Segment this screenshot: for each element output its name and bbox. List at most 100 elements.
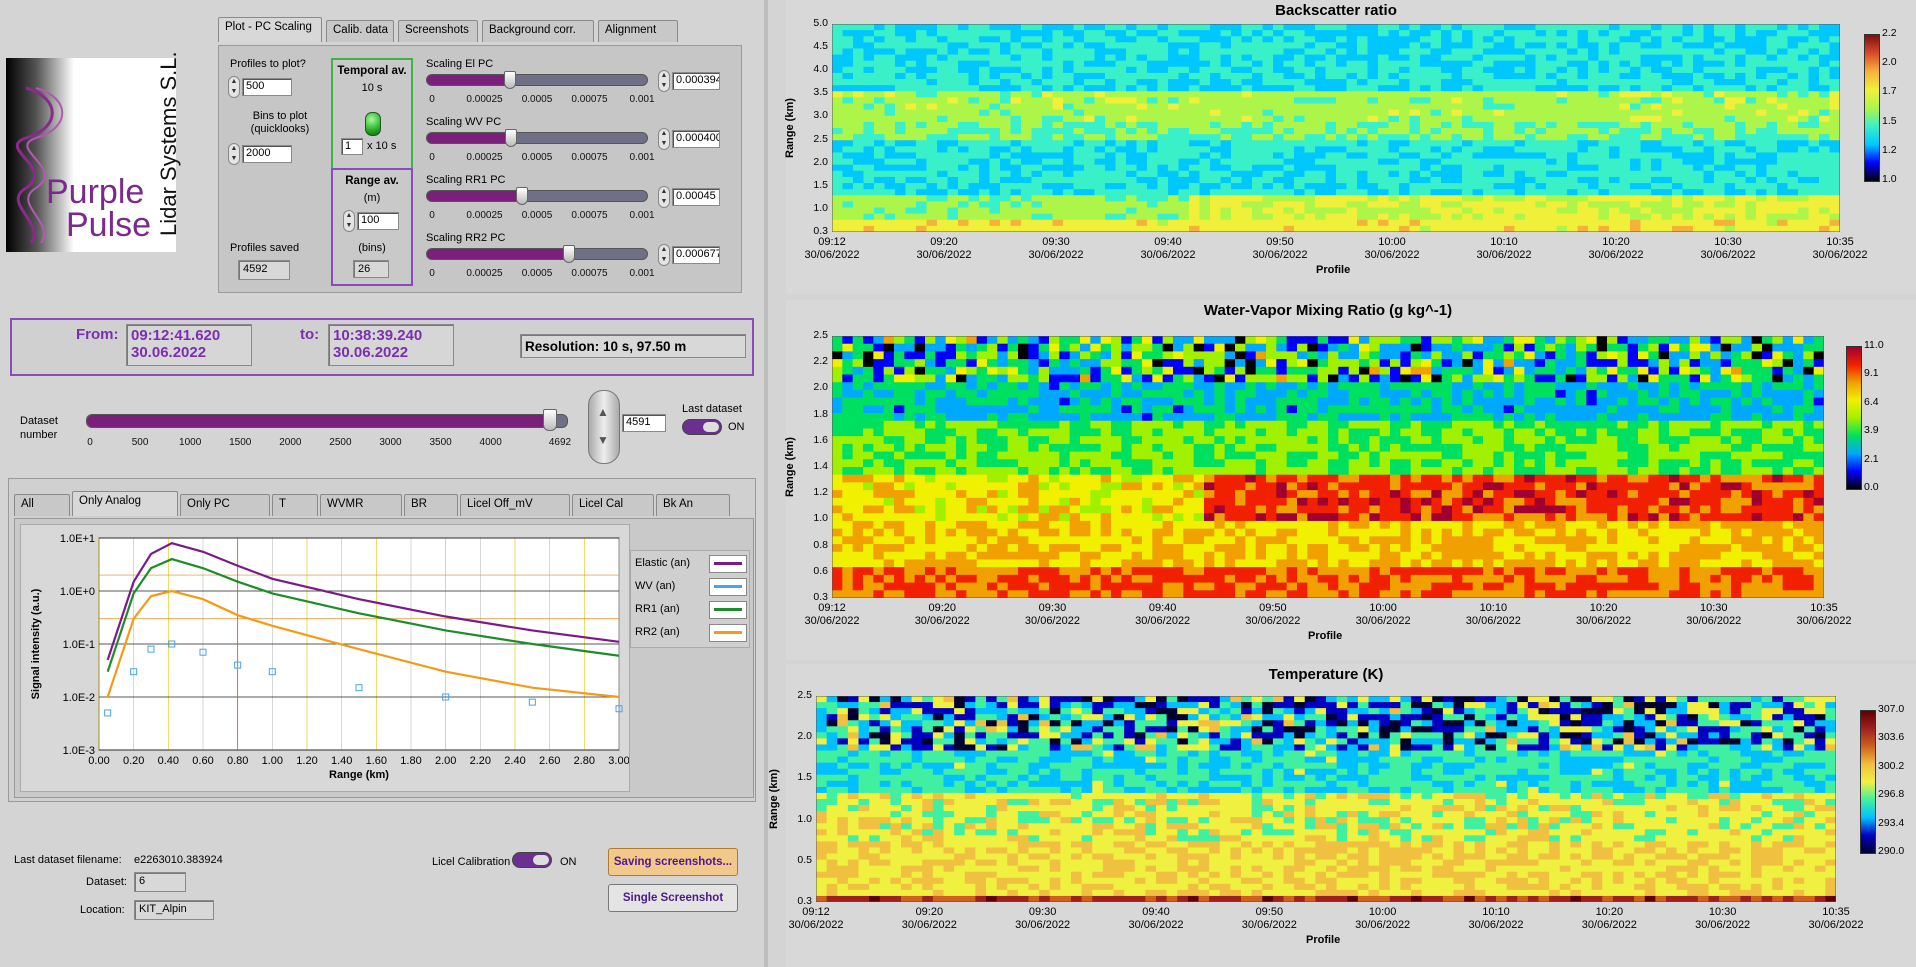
backscatter-cell	[1504, 225, 1516, 232]
backscatter-cell	[1346, 115, 1358, 123]
wvmr-cell	[1648, 420, 1660, 430]
backscatter-cell	[1199, 121, 1211, 129]
dataset-down-icon[interactable]: ▼	[597, 433, 609, 447]
profiles-to-plot-spinner[interactable]: ▲ ▼	[228, 76, 240, 98]
profiles-to-plot-input[interactable]: 500	[242, 78, 292, 96]
single-screenshot-button[interactable]: Single Screenshot	[608, 884, 738, 912]
range-av-m-input[interactable]: 100	[357, 212, 399, 230]
backscatter-cell	[1220, 225, 1232, 232]
backscatter-cell	[1031, 66, 1043, 74]
scaling-slider[interactable]	[426, 71, 648, 89]
legend-entry[interactable]: WV (an)	[635, 578, 747, 596]
saving-screenshots-button[interactable]: Saving screenshots...	[608, 848, 738, 876]
tab-licel-off-mv[interactable]: Licel Off_mV	[460, 494, 570, 516]
tab-plot-pc-scaling[interactable]: Plot - PC Scaling	[218, 17, 322, 42]
dataset-slider[interactable]	[86, 409, 568, 431]
licel-calibration-toggle[interactable]	[512, 852, 552, 868]
wvmr-cell	[1121, 382, 1133, 391]
backscatter-cell	[1451, 85, 1463, 92]
wvmr-cell	[852, 451, 864, 460]
backscatter-cell	[1031, 103, 1043, 111]
scaling-value-input[interactable]: 0.00045	[672, 188, 720, 206]
backscatter-cell	[1787, 48, 1799, 56]
wvmr-cell	[1038, 389, 1050, 399]
scaling-slider[interactable]	[426, 245, 648, 263]
backscatter-cell	[1409, 134, 1421, 141]
backscatter-cell	[1525, 152, 1537, 160]
dataset-slider-thumb[interactable]	[542, 409, 557, 431]
tab-t[interactable]: T	[272, 494, 318, 516]
tab-screenshots[interactable]: Screenshots	[398, 20, 478, 42]
backscatter-cell	[1094, 42, 1106, 50]
tab-licel-cal[interactable]: Licel Cal	[572, 494, 654, 516]
wvmr-cell	[1803, 382, 1815, 391]
wvmr-cell	[1700, 366, 1711, 376]
backscatter-cell	[1787, 103, 1799, 111]
backscatter-cell	[1031, 140, 1043, 147]
backscatter-cell	[1640, 30, 1652, 37]
scaling-slider[interactable]	[426, 187, 648, 205]
backscatter-cell	[905, 219, 917, 227]
scaling-value-input[interactable]: 0.000400	[672, 130, 720, 148]
wvmr-cell	[1410, 366, 1422, 376]
tab-calib-data[interactable]: Calib. data	[326, 20, 394, 42]
dataset-stepper[interactable]: ▲ ▼	[588, 390, 620, 464]
dataset-tick-label: 3500	[429, 437, 452, 448]
backscatter-cell	[958, 140, 970, 147]
temporal-av-factor-input[interactable]: 1	[341, 138, 363, 155]
backscatter-cell	[1735, 79, 1747, 86]
scaling-slider-thumb[interactable]	[503, 71, 516, 89]
backscatter-cell	[1168, 79, 1180, 86]
backscatter-cell	[968, 103, 980, 111]
bins-to-plot-input[interactable]: 2000	[242, 145, 292, 163]
backscatter-cell	[1808, 91, 1820, 99]
range-av-m-spinner[interactable]: ▲ ▼	[343, 210, 355, 232]
backscatter-cell	[1073, 201, 1085, 209]
wvmr-cell	[1638, 428, 1649, 437]
backscatter-cell	[895, 72, 907, 80]
backscatter-cell	[1115, 109, 1127, 117]
tab-only-pc[interactable]: Only PC	[180, 494, 270, 516]
scaling-slider-thumb[interactable]	[563, 245, 576, 263]
backscatter-cell	[1630, 109, 1642, 117]
tab-alignment[interactable]: Alignment	[598, 20, 678, 42]
tab-bk-an[interactable]: Bk An	[656, 494, 730, 516]
scaling-value-input[interactable]: 0.000677	[672, 246, 720, 264]
bins-to-plot-spinner[interactable]: ▲ ▼	[228, 143, 240, 165]
backscatter-cell	[989, 201, 1001, 209]
wvmr-cell	[1214, 351, 1226, 360]
wvmr-cell	[1813, 382, 1824, 391]
legend-entry[interactable]: Elastic (an)	[635, 555, 747, 573]
tab-wvmr[interactable]: WVMR	[320, 494, 402, 516]
scaling-value-input[interactable]: 0.000394	[672, 72, 720, 90]
scaling-slider-thumb[interactable]	[505, 129, 517, 147]
tab-background-corr[interactable]: Background corr.	[482, 20, 594, 42]
scaling-value-spinner[interactable]: ▲ ▼	[658, 128, 670, 150]
scaling-slider[interactable]	[426, 129, 648, 147]
backscatter-cell	[916, 97, 928, 105]
tab-all[interactable]: All	[14, 494, 70, 516]
backscatter-cell	[863, 24, 875, 31]
dataset-number-input[interactable]: 4591	[622, 414, 666, 432]
backscatter-cell	[1105, 195, 1117, 203]
backscatter-cell	[1346, 207, 1358, 215]
tab-br[interactable]: BR	[404, 494, 458, 516]
scaling-slider-thumb[interactable]	[515, 187, 528, 205]
last-dataset-toggle[interactable]	[682, 419, 722, 435]
scaling-value-spinner[interactable]: ▲ ▼	[658, 244, 670, 266]
backscatter-cell	[1220, 72, 1232, 80]
dataset-up-icon[interactable]: ▲	[597, 405, 609, 419]
wvmr-cell	[1390, 428, 1401, 437]
backscatter-cell	[1672, 36, 1684, 43]
scaling-value-spinner[interactable]: ▲ ▼	[658, 70, 670, 92]
backscatter-cell	[1220, 201, 1232, 209]
backscatter-cell	[1357, 79, 1369, 86]
wvmr-cell	[1328, 374, 1339, 383]
wvmr-cell	[873, 374, 885, 383]
temporal-av-toggle[interactable]	[365, 112, 381, 136]
tab-only-analog[interactable]: Only Analog	[72, 491, 178, 516]
backscatter-cell	[863, 164, 875, 172]
legend-entry[interactable]: RR1 (an)	[635, 601, 747, 619]
legend-entry[interactable]: RR2 (an)	[635, 624, 747, 642]
scaling-value-spinner[interactable]: ▲ ▼	[658, 186, 670, 208]
